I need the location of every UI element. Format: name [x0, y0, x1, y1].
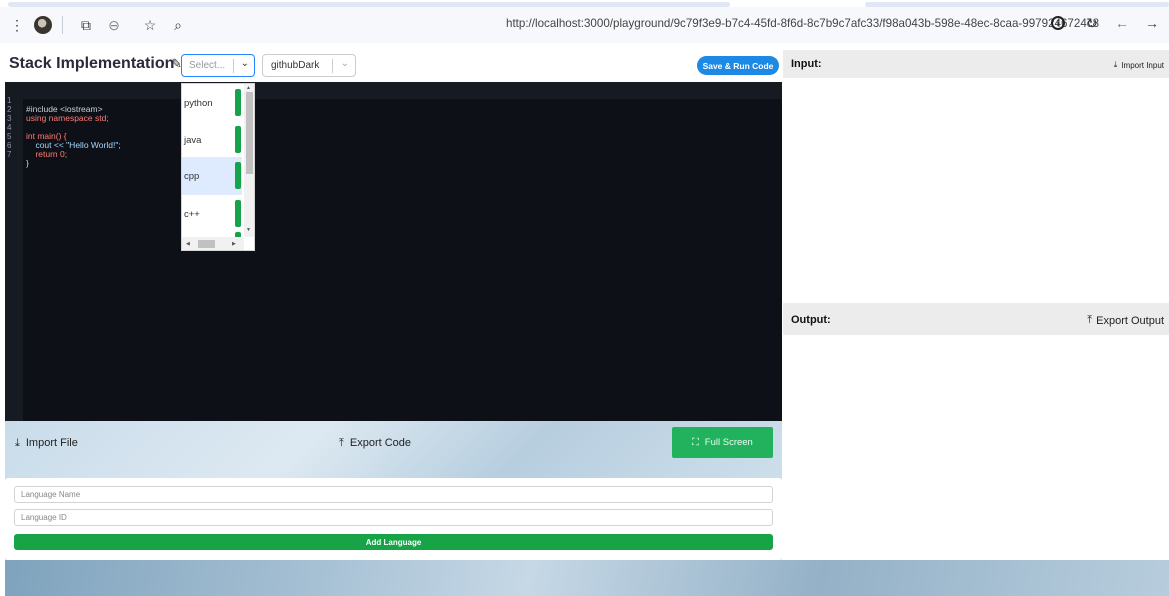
language-id-input[interactable]: Language ID — [14, 509, 773, 526]
theme-select-value: githubDark — [271, 60, 320, 71]
search-icon[interactable]: ⌕ — [167, 14, 189, 36]
profile-avatar[interactable] — [34, 16, 52, 34]
code-text: using namespace std; — [26, 113, 109, 123]
back-icon[interactable]: ← — [1111, 12, 1133, 34]
fullscreen-icon: ⛶ — [692, 437, 699, 448]
select-divider — [233, 59, 234, 73]
export-code-label: Export Code — [349, 437, 412, 449]
theme-select[interactable]: githubDark ⌄ — [262, 54, 356, 77]
browser-nav-buttons: i ↻ ← → — [1051, 12, 1163, 34]
full-screen-button[interactable]: ⛶ Full Screen — [672, 427, 773, 458]
export-icon: ⤒ — [339, 437, 344, 449]
editor-header: Stack Implementation ✎ Select... ⌄ githu… — [0, 50, 783, 80]
full-screen-label: Full Screen — [704, 437, 753, 448]
dropdown-option[interactable]: python — [182, 84, 242, 122]
output-panel-header: Output: ⤒ Export Output — [783, 303, 1169, 335]
scroll-down-icon[interactable]: ▼ — [246, 227, 251, 233]
scroll-left-icon[interactable]: ◀ — [186, 241, 190, 247]
code-text: } — [26, 158, 29, 168]
input-panel-title: Input: — [791, 58, 822, 70]
scroll-right-icon[interactable]: ▶ — [232, 241, 236, 247]
import-input-label: Import Input — [1121, 60, 1164, 70]
code-line[interactable]: 2 using namespace std; — [5, 96, 109, 123]
chevron-down-icon[interactable]: ⌄ — [241, 58, 249, 69]
input-panel-header: Input: ⤓ Import Input — [783, 50, 1169, 78]
export-code-button[interactable]: ⤒ Export Code — [339, 437, 411, 450]
language-name-input[interactable]: Language Name — [14, 486, 773, 503]
dropdown-option-label: python — [184, 97, 213, 109]
language-flag — [235, 162, 241, 189]
active-line-band — [5, 82, 782, 99]
page-title: Stack Implementation — [9, 55, 175, 72]
export-output-button[interactable]: ⤒ Export Output — [1087, 314, 1164, 327]
dropdown-option-label: c++ — [184, 208, 200, 220]
address-bar-url[interactable]: http://localhost:3000/playground/9c79f3e… — [506, 17, 1099, 30]
code-line[interactable]: 3 — [5, 105, 14, 123]
line-number: 7 — [7, 150, 12, 159]
dropdown-horizontal-scrollbar[interactable]: ◀ ▶ — [182, 237, 244, 250]
sparkle-icon[interactable]: ⊖ — [103, 14, 125, 36]
code-line[interactable]: 7 } — [5, 141, 29, 168]
import-input-button[interactable]: ⤓ Import Input — [1114, 60, 1164, 70]
import-icon: ⤓ — [15, 437, 20, 449]
dropdown-option[interactable]: java — [182, 121, 242, 159]
import-icon: ⤓ — [1113, 60, 1118, 69]
scrollbar-thumb[interactable] — [198, 240, 215, 248]
chevron-down-icon[interactable]: ⌄ — [341, 58, 349, 69]
input-textarea[interactable] — [783, 78, 1169, 303]
output-area — [783, 335, 1169, 560]
toolbar-divider — [62, 16, 63, 34]
language-select-placeholder: Select... — [189, 60, 226, 71]
scroll-up-icon[interactable]: ▲ — [246, 85, 251, 91]
language-select[interactable]: Select... ⌄ — [181, 54, 255, 77]
import-file-label: Import File — [25, 437, 78, 449]
language-flag — [235, 126, 241, 153]
info-icon[interactable]: i — [1051, 16, 1065, 30]
export-icon: ⤒ — [1087, 314, 1093, 326]
add-language-form: Language Name Language ID Add Language — [5, 478, 782, 560]
output-panel-title: Output: — [791, 314, 831, 326]
import-file-button[interactable]: ⤓ Import File — [15, 437, 78, 450]
code-line[interactable]: 6 return 0; — [5, 132, 67, 159]
code-line[interactable]: 4 int main() { — [5, 114, 67, 141]
code-line[interactable]: 5 cout << "Hello World!"; — [5, 123, 121, 150]
select-divider — [332, 59, 333, 73]
editor-actions: ⤓ Import File ⤒ Export Code ⛶ Full Scree… — [5, 423, 782, 463]
add-language-button[interactable]: Add Language — [14, 534, 773, 550]
dropdown-option-label: java — [184, 134, 202, 146]
language-dropdown-menu[interactable]: python java cpp c++ ▲ ▼ ◀ ▶ — [181, 83, 255, 251]
save-run-button[interactable]: Save & Run Code — [697, 56, 779, 75]
code-line[interactable]: 1 #include <iostream> — [5, 87, 103, 114]
dropdown-option-selected[interactable]: cpp — [182, 157, 242, 195]
dropdown-option-label: cpp — [184, 170, 200, 182]
export-output-label: Export Output — [1096, 314, 1164, 327]
forward-icon[interactable]: → — [1141, 12, 1163, 34]
code-text: return 0; — [26, 149, 68, 159]
more-vert-icon[interactable]: ⋮ — [6, 14, 28, 36]
scrollbar-thumb[interactable] — [246, 92, 253, 174]
language-flag — [235, 200, 241, 227]
code-editor[interactable]: 1 #include <iostream> 2 using namespace … — [5, 82, 782, 421]
io-panels: Input: ⤓ Import Input Output: ⤒ Export O… — [783, 50, 1169, 560]
reload-icon[interactable]: ↻ — [1081, 12, 1103, 34]
star-icon[interactable]: ☆ — [139, 14, 161, 36]
extensions-icon[interactable]: ⧉ — [75, 14, 97, 36]
language-flag — [235, 89, 241, 116]
dropdown-vertical-scrollbar[interactable]: ▲ ▼ — [244, 84, 254, 237]
dropdown-option[interactable]: c++ — [182, 195, 242, 233]
browser-top-strip — [0, 0, 1169, 7]
background-image-strip — [5, 560, 1169, 596]
